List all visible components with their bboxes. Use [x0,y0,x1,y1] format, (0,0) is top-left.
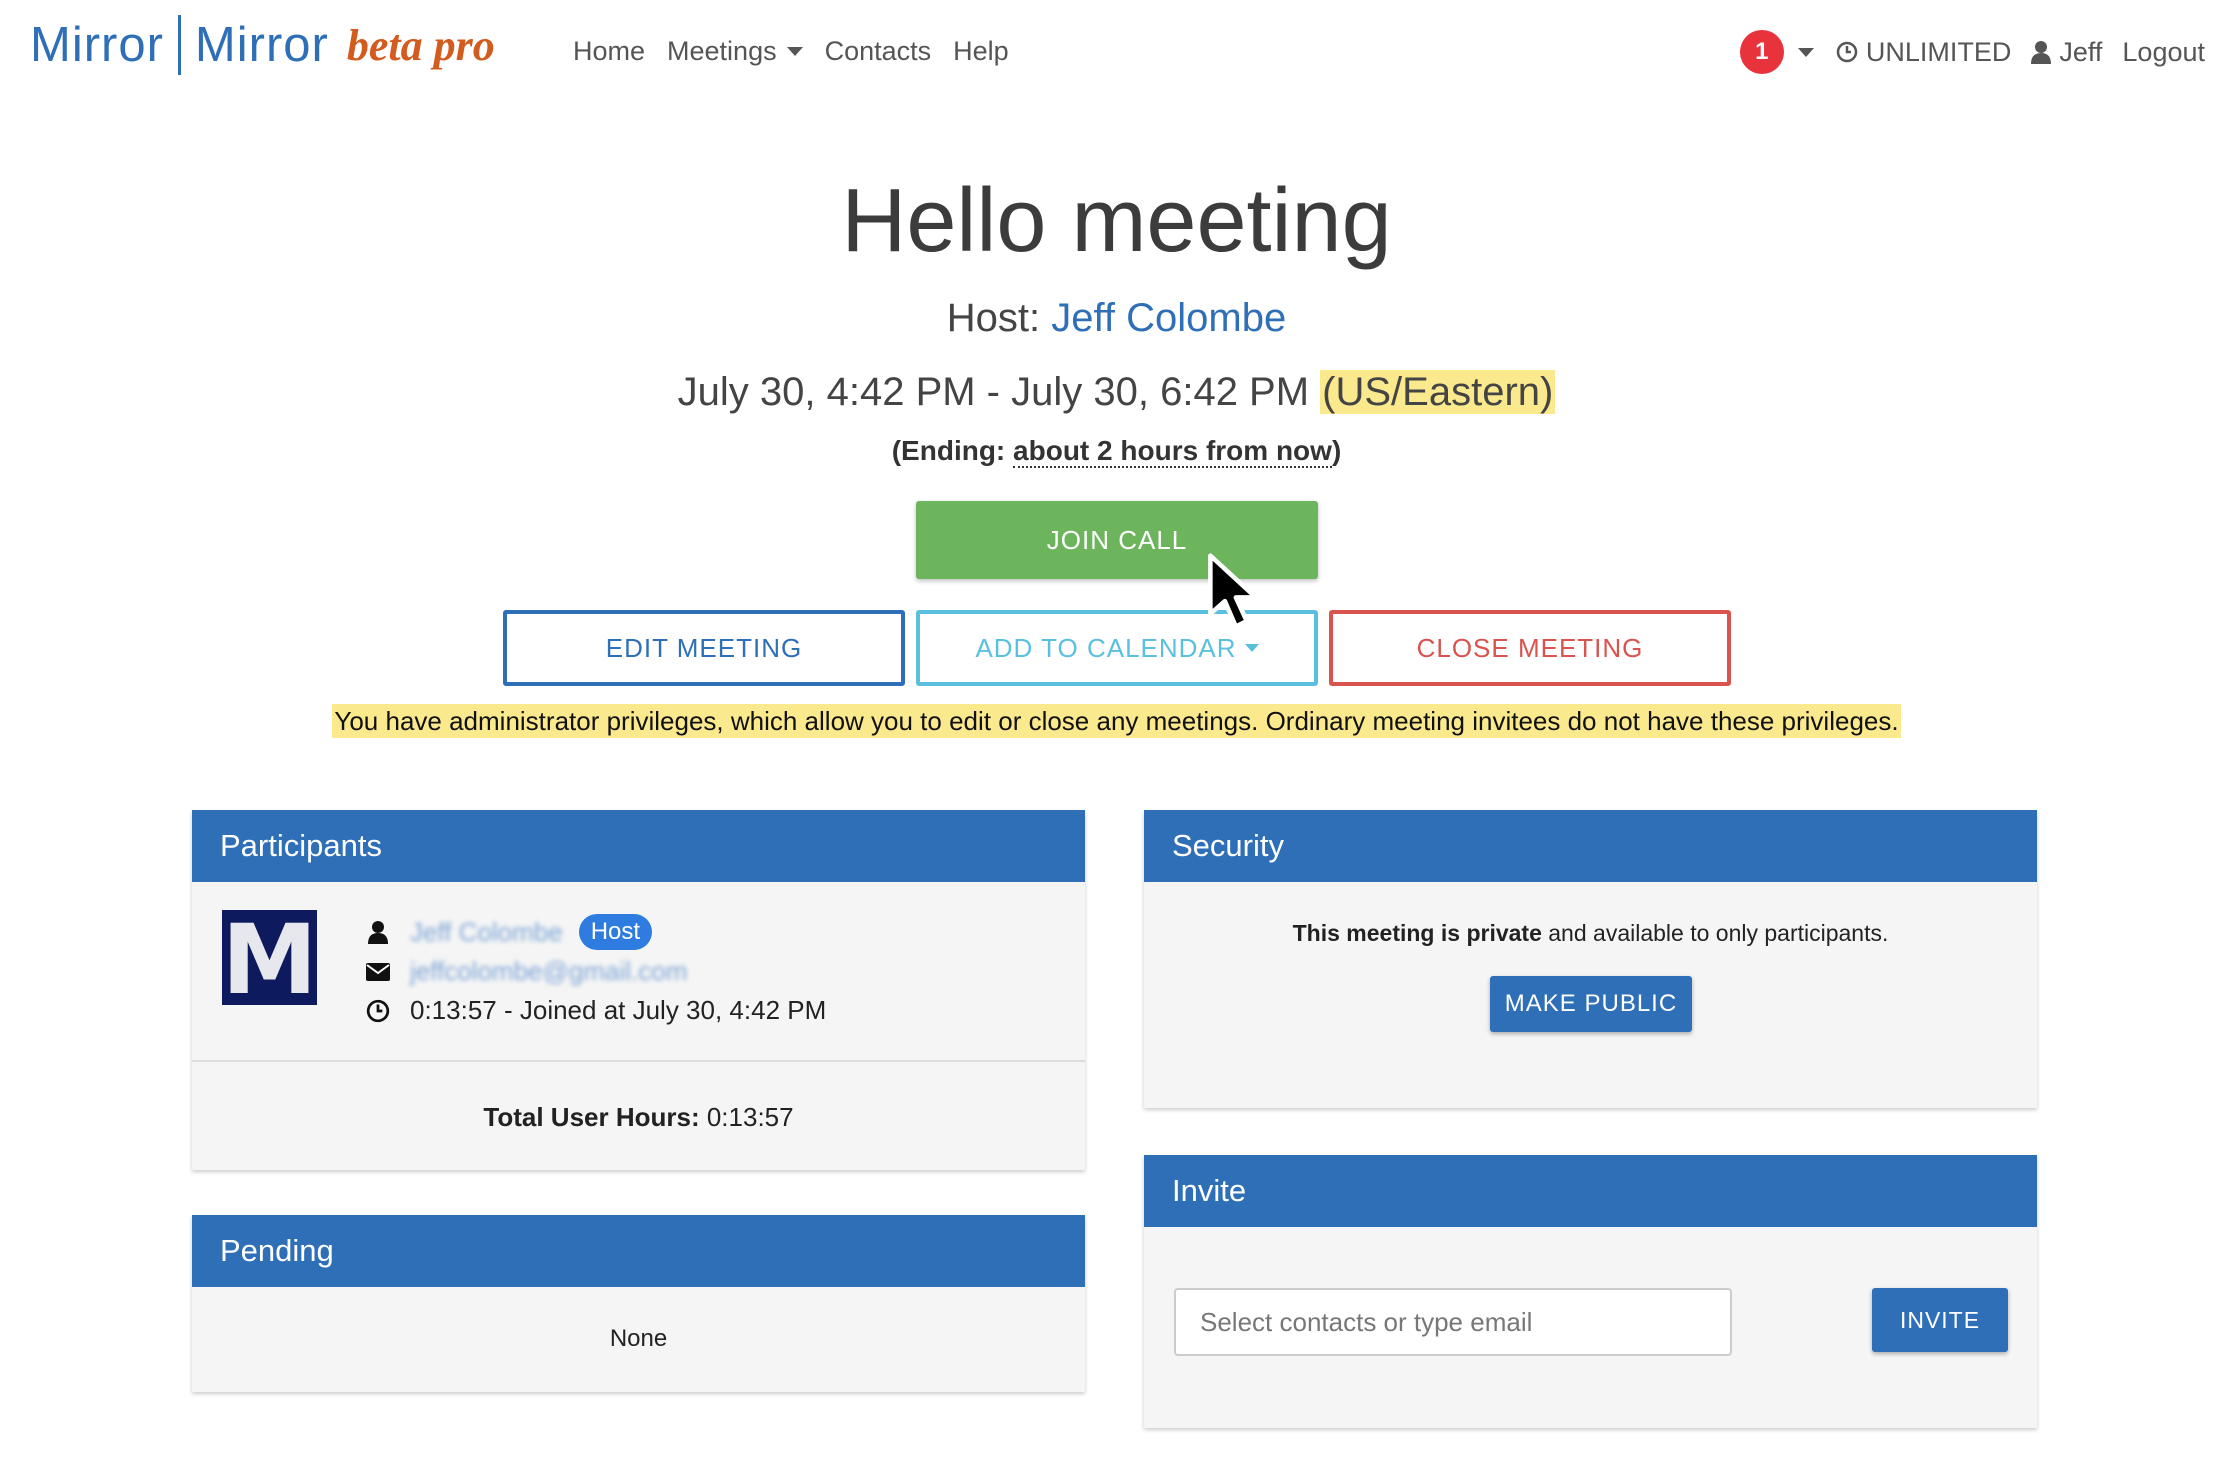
user-icon [368,921,388,944]
edit-meeting-button[interactable]: EDIT MEETING [503,610,905,686]
avatar-letter: M [221,903,318,1016]
logo-word-1: Mirror [30,18,164,72]
admin-privileges-note: You have administrator privileges, which… [0,704,2233,738]
caret-down-icon [1244,644,1259,652]
nav-home[interactable]: Home [573,36,645,67]
ending-relative-time: about 2 hours from now [1013,435,1332,468]
total-user-hours-label: Total User Hours: [483,1102,700,1132]
host-badge: Host [578,914,653,950]
meeting-times: July 30, 4:42 PM - July 30, 6:42 PM (US/… [0,370,2233,415]
logo-word-2: Mirror [194,18,329,72]
clock-icon [1836,41,1858,63]
admin-privileges-text: You have administrator privileges, which… [332,704,1901,738]
participants-heading: Participants [192,810,1085,882]
total-user-hours: Total User Hours: 0:13:57 [192,1102,1085,1133]
participant-session-row: 0:13:57 - Joined at July 30, 4:42 PM [364,995,826,1026]
logout-link[interactable]: Logout [2122,37,2205,68]
main-nav: Home Meetings Contacts Help [573,36,1031,67]
security-status: This meeting is private and available to… [1144,920,2037,947]
meeting-host: Host: Jeff Colombe [0,296,2233,341]
nav-meetings-label: Meetings [667,36,777,66]
security-status-strong: This meeting is private [1292,920,1542,946]
security-panel: Security This meeting is private and ava… [1144,810,2037,1108]
participant-session: 0:13:57 - Joined at July 30, 4:42 PM [410,995,827,1025]
participants-divider [192,1060,1085,1062]
caret-down-icon [786,47,803,56]
pending-value: None [609,1325,668,1352]
invite-heading: Invite [1144,1155,2037,1227]
participant-name-row: Jeff Colombe Host [364,914,653,950]
ending-close: ) [1331,435,1342,466]
invite-button[interactable]: INVITE [1872,1288,2008,1352]
nav-contacts[interactable]: Contacts [825,36,932,67]
total-user-hours-value: 0:13:57 [706,1102,794,1132]
top-navbar: Mirror Mirror beta pro Home Meetings Con… [0,0,2233,105]
meeting-ending: (Ending: about 2 hours from now) [0,435,2233,468]
ending-label: (Ending: [891,435,1006,466]
time-range: July 30, 4:42 PM - July 30, 6:42 PM [677,370,1310,414]
envelope-icon [366,962,390,981]
logo-beta-pro: beta pro [346,20,495,70]
avatar: M [221,903,318,1016]
make-public-button[interactable]: MAKE PUBLIC [1490,976,1692,1032]
notifications-caret-down-icon[interactable] [1797,47,1814,57]
host-name-link[interactable]: Jeff Colombe [1051,296,1286,340]
host-label: Host: [946,296,1041,340]
user-menu[interactable]: Jeff [2031,37,2102,68]
notification-badge[interactable]: 1 [1739,30,1784,74]
timezone-label: (US/Eastern) [1320,370,1556,414]
security-status-rest: and available to only participants. [1541,920,1889,946]
meeting-title: Hello meeting [841,171,1392,271]
participant-email-row: jeffcolombe@gmail.com [364,956,687,987]
participants-panel: Participants M Jeff Colombe Host jeffcol… [192,810,1085,1170]
nav-help[interactable]: Help [953,36,1009,67]
user-icon [2031,41,2052,64]
nav-right: 1 UNLIMITED Jeff Logout [1739,30,2205,74]
participant-email[interactable]: jeffcolombe@gmail.com [410,956,687,987]
nav-meetings[interactable]: Meetings [667,36,803,67]
clock-icon [366,999,390,1022]
invite-contacts-input[interactable] [1174,1288,1732,1356]
security-heading: Security [1144,810,2037,882]
plan-status[interactable]: UNLIMITED [1836,36,2012,68]
participant-name[interactable]: Jeff Colombe [410,917,563,948]
invite-panel: Invite INVITE [1144,1155,2037,1428]
add-to-calendar-label: ADD TO CALENDAR [975,632,1237,663]
logo-divider [177,15,181,75]
plan-label: UNLIMITED [1865,36,2012,67]
close-meeting-button[interactable]: CLOSE MEETING [1329,610,1731,686]
pending-heading: Pending [192,1215,1085,1287]
user-name: Jeff [2059,36,2103,67]
mouse-pointer-icon [1208,553,1259,629]
pending-panel: Pending None [192,1215,1085,1392]
app-logo[interactable]: Mirror Mirror beta pro [30,10,495,80]
